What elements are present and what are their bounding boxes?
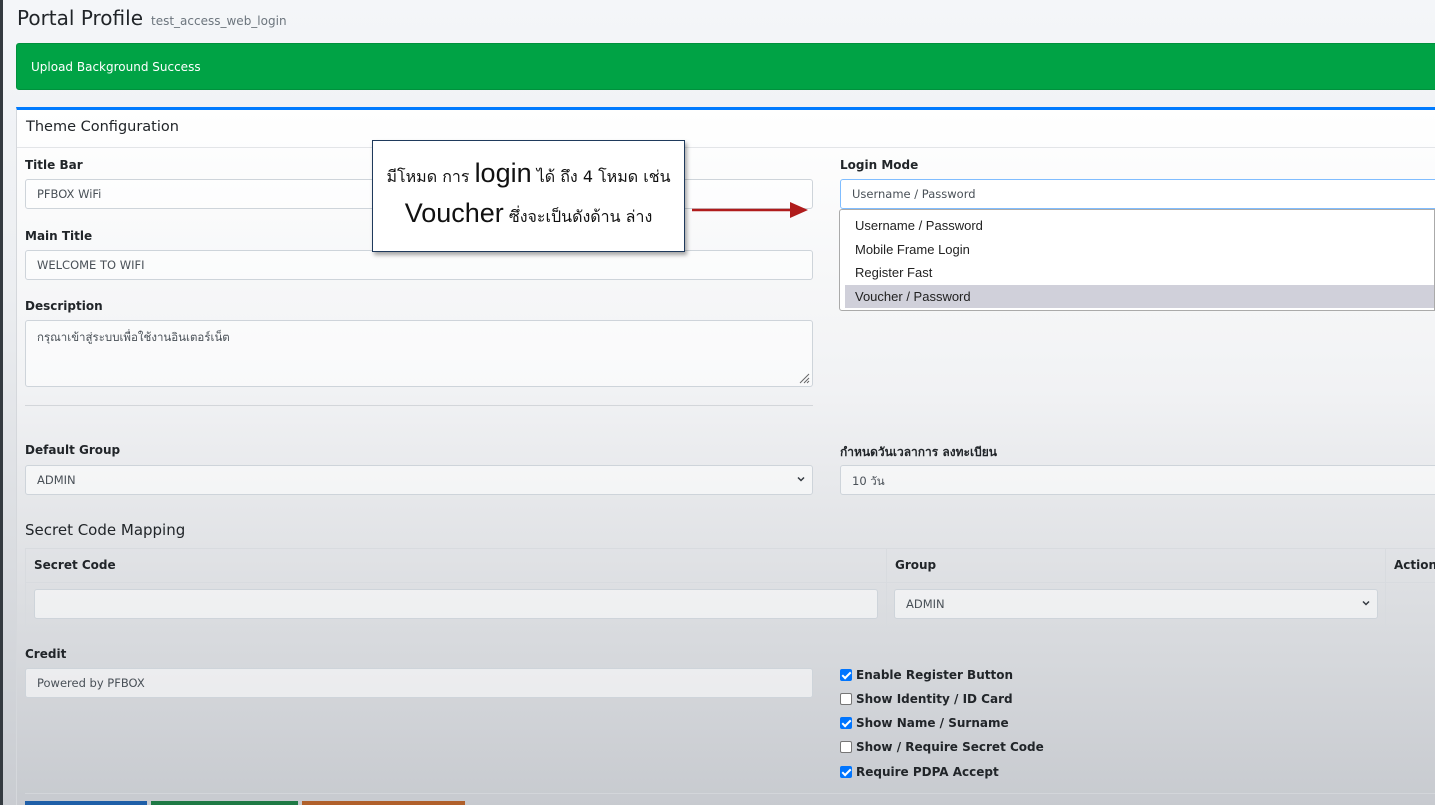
table-row [26, 583, 887, 629]
divider [25, 405, 813, 406]
default-group-select[interactable]: ADMIN [25, 465, 813, 495]
login-mode-option[interactable]: Register Fast [845, 261, 1434, 285]
reset-button[interactable] [302, 801, 465, 805]
annotation-callout: มีโหมด การ login ได้ ถึง 4 โหมด เช่น Vou… [372, 140, 685, 252]
login-mode-select[interactable]: Username / Password [840, 179, 1435, 209]
callout-text: ได้ ถึง 4 โหมด เช่น [536, 167, 671, 186]
login-mode-label: Login Mode [840, 158, 919, 172]
option-label: Show Identity / ID Card [856, 692, 1013, 706]
success-alert: Upload Background Success [16, 43, 1435, 90]
callout-text: ซึ่งจะเป็นดังด้าน ล่าง [508, 207, 653, 226]
chevron-down-icon [1362, 600, 1370, 606]
login-mode-option-highlighted[interactable]: Voucher / Password [845, 284, 1434, 308]
table-cell-group: ADMIN [887, 583, 1386, 629]
description-label: Description [25, 299, 103, 313]
table-cell-action [1386, 583, 1435, 629]
option-show-name-surname[interactable]: Show Name / Surname [840, 716, 1009, 730]
description-textarea[interactable]: กรุณาเข้าสู่ระบบเพื่อใช้งานอินเตอร์เน็ต [25, 320, 813, 387]
checkbox-unchecked[interactable] [840, 741, 852, 753]
default-group-label: Default Group [25, 443, 121, 457]
checkbox-checked[interactable] [840, 766, 852, 778]
checkbox-checked[interactable] [840, 717, 852, 729]
footer-divider [25, 793, 1435, 794]
secret-code-input[interactable] [34, 589, 878, 619]
main-title-input[interactable]: WELCOME TO WIFI [25, 250, 813, 280]
preview-button[interactable] [151, 801, 298, 805]
arrow-right-icon [692, 202, 808, 218]
option-enable-register-button[interactable]: Enable Register Button [840, 668, 1013, 682]
login-mode-option[interactable]: Mobile Frame Login [845, 238, 1434, 262]
page-header: Portal Profile test_access_web_login [17, 6, 287, 30]
column-header-group: Group [887, 549, 1386, 583]
login-mode-option[interactable]: Username / Password [845, 214, 1434, 238]
alert-message: Upload Background Success [31, 60, 201, 74]
secret-code-table: Secret Code Group Action ADMIN [25, 548, 1435, 629]
resize-grip-icon[interactable] [798, 372, 810, 384]
register-period-select[interactable]: 10 วัน [840, 465, 1435, 495]
title-bar-label: Title Bar [25, 158, 83, 172]
group-select-value: ADMIN [906, 597, 945, 611]
page-title: Portal Profile [17, 6, 144, 30]
register-period-label: กำหนดวันเวลาการ ลงทะเบียน [840, 445, 997, 459]
page-subtitle: test_access_web_login [151, 14, 287, 28]
secret-code-mapping-title: Secret Code Mapping [25, 521, 186, 539]
group-select[interactable]: ADMIN [894, 589, 1378, 619]
option-require-pdpa[interactable]: Require PDPA Accept [840, 765, 999, 779]
option-show-identity[interactable]: Show Identity / ID Card [840, 692, 1013, 706]
chevron-down-icon [797, 476, 805, 482]
card-title: Theme Configuration [17, 110, 1435, 148]
credit-input[interactable]: Powered by PFBOX [25, 668, 813, 698]
option-label: Require PDPA Accept [856, 765, 999, 779]
main-title-label: Main Title [25, 229, 93, 243]
credit-label: Credit [25, 647, 67, 661]
option-label: Show / Require Secret Code [856, 740, 1044, 754]
default-group-value: ADMIN [37, 473, 76, 487]
column-header-secret-code: Secret Code [26, 549, 887, 583]
login-mode-dropdown: Username / Password Mobile Frame Login R… [839, 209, 1435, 311]
callout-keyword: Voucher [404, 198, 504, 228]
checkbox-checked[interactable] [840, 669, 852, 681]
option-label: Enable Register Button [856, 668, 1014, 682]
option-require-secret-code[interactable]: Show / Require Secret Code [840, 740, 1044, 754]
checkbox-unchecked[interactable] [840, 693, 852, 705]
callout-text: มีโหมด การ [386, 167, 470, 186]
column-header-action: Action [1386, 549, 1435, 583]
save-button[interactable] [25, 801, 147, 805]
description-text: กรุณาเข้าสู่ระบบเพื่อใช้งานอินเตอร์เน็ต [37, 330, 230, 344]
callout-keyword: login [474, 158, 532, 188]
option-label: Show Name / Surname [856, 716, 1009, 730]
